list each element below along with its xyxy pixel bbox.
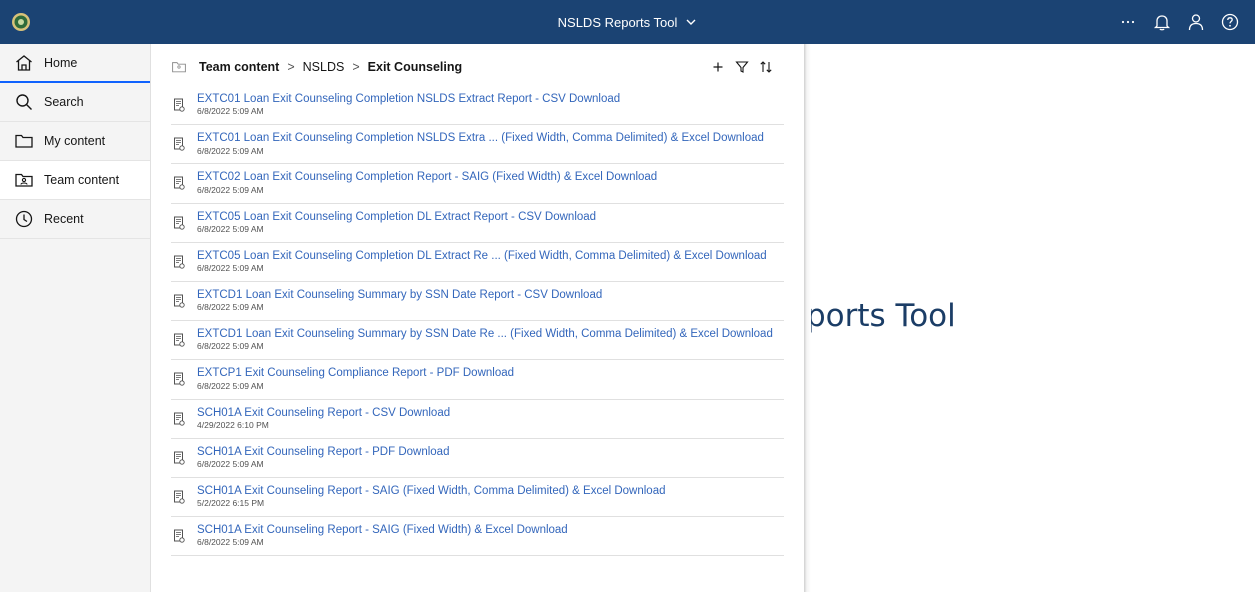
report-row[interactable]: SCH01A Exit Counseling Report - CSV Down… bbox=[171, 400, 784, 439]
report-date: 6/8/2022 5:09 AM bbox=[197, 263, 264, 274]
breadcrumb-current: Exit Counseling bbox=[367, 60, 463, 74]
nav-item-label: Team content bbox=[44, 173, 120, 187]
sort-icon bbox=[760, 61, 772, 73]
report-row[interactable]: EXTC05 Loan Exit Counseling Completion D… bbox=[171, 243, 784, 282]
report-row[interactable]: EXTCD1 Loan Exit Counseling Summary by S… bbox=[171, 282, 784, 322]
report-date: 6/8/2022 5:09 AM bbox=[197, 380, 264, 391]
report-icon bbox=[171, 176, 197, 191]
report-date: 6/8/2022 5:09 AM bbox=[197, 302, 264, 313]
add-button[interactable] bbox=[706, 52, 730, 82]
nav-item-label: Home bbox=[44, 55, 78, 70]
nav-item-search[interactable]: Search bbox=[0, 83, 150, 122]
report-row[interactable]: SCH01A Exit Counseling Report - PDF Down… bbox=[171, 439, 784, 478]
report-row[interactable]: SCH01A Exit Counseling Report - SAIG (Fi… bbox=[171, 478, 784, 518]
user-icon bbox=[1188, 14, 1204, 31]
home-icon bbox=[14, 53, 34, 73]
report-title[interactable]: SCH01A Exit Counseling Report - CSV Down… bbox=[197, 407, 450, 420]
report-icon bbox=[171, 137, 197, 151]
report-row[interactable]: EXTC02 Loan Exit Counseling Completion R… bbox=[171, 164, 784, 204]
report-row[interactable]: EXTC01 Loan Exit Counseling Completion N… bbox=[171, 125, 784, 165]
top-bar: NSLDS Reports Tool bbox=[0, 0, 1255, 44]
report-date: 6/8/2022 5:09 AM bbox=[197, 223, 264, 234]
team-content-panel: Team content > NSLDS > Exit Counseling E… bbox=[151, 44, 804, 592]
welcome-title: ports Tool bbox=[806, 298, 956, 334]
report-date: 6/8/2022 5:09 AM bbox=[197, 106, 264, 117]
report-icon bbox=[171, 255, 197, 269]
bell-icon bbox=[1153, 15, 1171, 31]
app-switcher[interactable]: NSLDS Reports Tool bbox=[558, 15, 698, 30]
nav-item-team-content[interactable]: Team content bbox=[0, 161, 150, 200]
report-title[interactable]: SCH01A Exit Counseling Report - PDF Down… bbox=[197, 446, 449, 459]
panel-edge-shadow bbox=[804, 44, 811, 592]
report-date: 6/8/2022 5:09 AM bbox=[197, 537, 264, 548]
report-row[interactable]: EXTC01 Loan Exit Counseling Completion N… bbox=[171, 86, 784, 126]
nav-item-recent[interactable]: Recent bbox=[0, 200, 150, 239]
app-logo[interactable] bbox=[10, 11, 32, 33]
filter-icon bbox=[735, 61, 749, 73]
team-folder-icon bbox=[171, 58, 189, 76]
report-icon bbox=[171, 529, 197, 543]
nav-item-label: Search bbox=[44, 95, 84, 109]
nav-item-label: Recent bbox=[44, 212, 84, 226]
top-icons bbox=[1111, 0, 1247, 44]
report-date: 6/8/2022 5:09 AM bbox=[197, 145, 264, 156]
report-title[interactable]: EXTCP1 Exit Counseling Compliance Report… bbox=[197, 367, 514, 380]
report-title[interactable]: EXTCD1 Loan Exit Counseling Summary by S… bbox=[197, 289, 602, 302]
report-date: 6/8/2022 5:09 AM bbox=[197, 459, 264, 469]
filter-button[interactable] bbox=[730, 52, 754, 82]
report-title[interactable]: EXTC05 Loan Exit Counseling Completion D… bbox=[197, 250, 767, 263]
nav-item-label: My content bbox=[44, 134, 106, 148]
report-date: 6/8/2022 5:09 AM bbox=[197, 341, 264, 352]
notifications-button[interactable] bbox=[1145, 0, 1179, 44]
report-date: 5/2/2022 6:15 PM bbox=[197, 498, 265, 509]
report-icon bbox=[171, 372, 197, 387]
chevron-down-icon bbox=[686, 19, 696, 25]
breadcrumb-separator: > bbox=[352, 60, 360, 74]
panel-actions bbox=[706, 52, 778, 82]
sort-button[interactable] bbox=[754, 52, 778, 82]
report-row[interactable]: EXTCP1 Exit Counseling Compliance Report… bbox=[171, 360, 784, 400]
help-button[interactable] bbox=[1213, 0, 1247, 44]
report-icon bbox=[171, 490, 197, 504]
report-icon bbox=[171, 451, 197, 465]
clock-icon bbox=[14, 209, 34, 229]
report-icon bbox=[171, 294, 197, 308]
user-button[interactable] bbox=[1179, 0, 1213, 44]
report-row[interactable]: EXTCD1 Loan Exit Counseling Summary by S… bbox=[171, 321, 784, 361]
left-nav: Home Search My content Team content Rece… bbox=[0, 44, 151, 592]
report-row[interactable]: EXTC05 Loan Exit Counseling Completion D… bbox=[171, 204, 784, 243]
breadcrumb-nslds[interactable]: NSLDS bbox=[303, 60, 345, 74]
more-button[interactable] bbox=[1111, 0, 1145, 44]
report-icon bbox=[171, 216, 197, 230]
report-title[interactable]: EXTC02 Loan Exit Counseling Completion R… bbox=[197, 171, 657, 184]
report-date: 4/29/2022 6:10 PM bbox=[197, 419, 269, 430]
report-icon bbox=[171, 333, 197, 347]
report-title[interactable]: EXTC01 Loan Exit Counseling Completion N… bbox=[197, 93, 620, 106]
report-icon bbox=[171, 98, 197, 112]
search-icon bbox=[14, 92, 34, 112]
report-date: 6/8/2022 5:09 AM bbox=[197, 184, 264, 195]
nav-item-my-content[interactable]: My content bbox=[0, 122, 150, 161]
app-title: NSLDS Reports Tool bbox=[557, 14, 678, 30]
plus-icon bbox=[713, 62, 723, 72]
report-row[interactable]: SCH01A Exit Counseling Report - SAIG (Fi… bbox=[171, 517, 784, 557]
report-title[interactable]: EXTCD1 Loan Exit Counseling Summary by S… bbox=[197, 328, 773, 341]
breadcrumb-separator: > bbox=[287, 60, 295, 74]
more-icon bbox=[1121, 20, 1135, 24]
report-title[interactable]: EXTC05 Loan Exit Counseling Completion D… bbox=[197, 211, 596, 224]
seal-icon bbox=[12, 13, 30, 31]
breadcrumb-team-content[interactable]: Team content bbox=[199, 60, 279, 74]
report-icon bbox=[171, 412, 197, 426]
report-title[interactable]: SCH01A Exit Counseling Report - SAIG (Fi… bbox=[197, 485, 665, 498]
nav-item-home[interactable]: Home bbox=[0, 44, 150, 83]
panel-header: Team content > NSLDS > Exit Counseling bbox=[171, 52, 784, 82]
folder-icon bbox=[14, 131, 34, 151]
team-folder-icon bbox=[14, 170, 34, 190]
report-list: EXTC01 Loan Exit Counseling Completion N… bbox=[171, 86, 784, 557]
report-title[interactable]: EXTC01 Loan Exit Counseling Completion N… bbox=[197, 132, 764, 145]
help-icon bbox=[1221, 13, 1239, 31]
report-title[interactable]: SCH01A Exit Counseling Report - SAIG (Fi… bbox=[197, 524, 568, 537]
